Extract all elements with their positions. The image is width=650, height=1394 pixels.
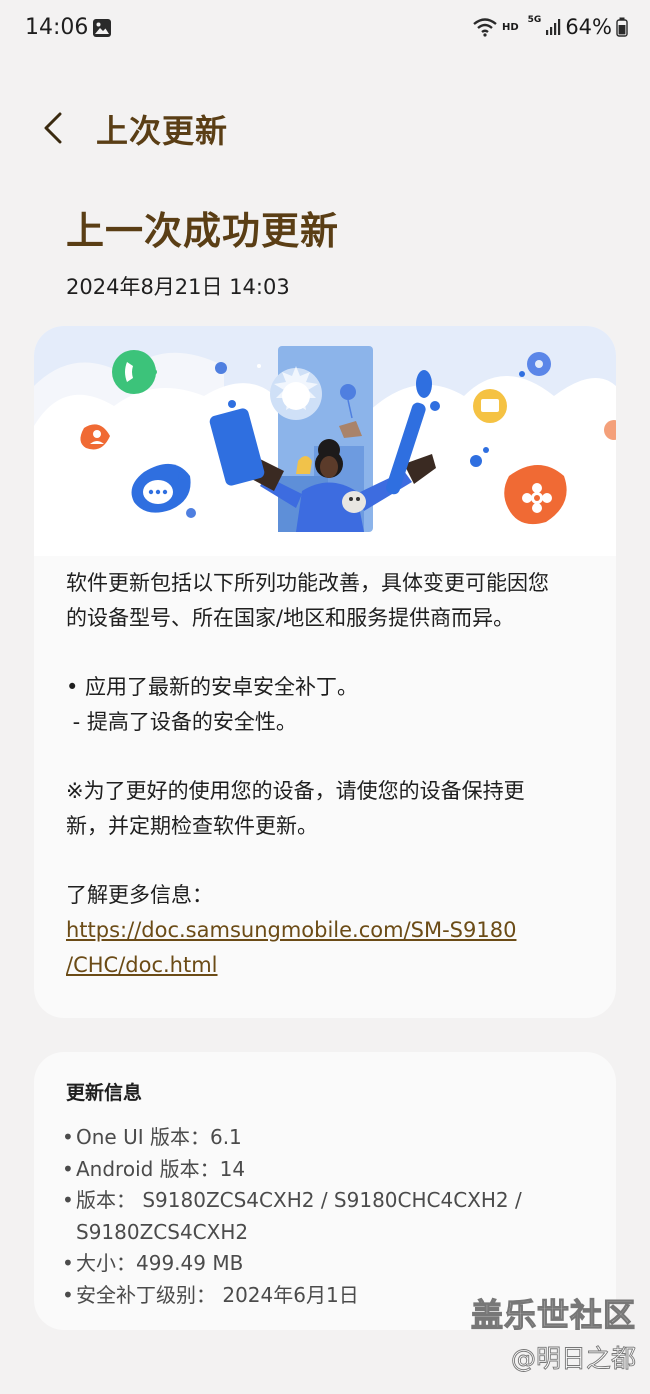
- android-version: Android 版本：14: [76, 1156, 246, 1181]
- intro-line-1: 软件更新包括以下所列功能改善，具体变更可能因您: [66, 571, 549, 595]
- info-title: 更新信息: [66, 1082, 143, 1104]
- note-line-1: ※为了更好的使用您的设备，请使您的设备保持更: [66, 779, 525, 803]
- update-size: 大小：499.49 MB: [76, 1251, 244, 1275]
- info-item: • 大小：499.49 MB: [62, 1248, 602, 1280]
- update-details-card: 软件更新包括以下所列功能改善，具体变更可能因您 的设备型号、所在国家/地区和服务…: [34, 326, 616, 1018]
- status-indicators: HD 5G 64%: [472, 15, 628, 39]
- update-info-card: 更新信息 • One UI 版本：6.1 • Android 版本：14 • 版本： …: [34, 1052, 616, 1330]
- release-notes: 软件更新包括以下所列功能改善，具体变更可能因您 的设备型号、所在国家/地区和服务…: [66, 566, 591, 983]
- settings-gear-icon: [527, 352, 551, 376]
- note-line-2: 新，并定期检查软件更新。: [66, 814, 318, 838]
- page-title: 上次更新: [96, 112, 229, 150]
- change-item: • 应用了最新的安卓安全补丁。: [66, 675, 359, 699]
- one-ui-version: One UI 版本：6.1: [76, 1125, 242, 1149]
- hero-title: 上一次成功更新: [66, 209, 340, 253]
- bullet: •: [62, 1282, 74, 1307]
- change-subitem: - 提高了设备的安全性。: [66, 710, 297, 734]
- build-version-continued: S9180ZCS4CXH2: [76, 1219, 249, 1244]
- bullet: •: [62, 1125, 74, 1149]
- info-item: • Android 版本：14: [62, 1154, 602, 1186]
- battery-icon: [616, 17, 628, 37]
- folder-app-icon: [473, 389, 507, 423]
- bullet: •: [62, 1251, 74, 1275]
- hd-indicator: HD: [501, 21, 519, 33]
- security-patch-level: 安全补丁级别： 2024年6月1日: [76, 1282, 359, 1307]
- info-list: • One UI 版本：6.1 • Android 版本：14 • 版本： S9180…: [62, 1122, 602, 1311]
- battery-percent: 64%: [565, 15, 612, 39]
- signal-icon: [546, 19, 561, 35]
- info-item: • One UI 版本：6.1: [62, 1122, 602, 1154]
- more-info-label: 了解更多信息：: [66, 883, 213, 907]
- build-version: 版本： S9180ZCS4CXH2 / S9180CHC4CXH2 /: [76, 1188, 522, 1212]
- info-item: • 版本： S9180ZCS4CXH2 / S9180CHC4CXH2 /: [62, 1185, 602, 1217]
- bullet: •: [62, 1156, 74, 1181]
- back-arrow-icon[interactable]: [36, 108, 72, 148]
- update-illustration: [34, 326, 616, 556]
- network-type: 5G: [527, 15, 542, 25]
- status-bar: 14:06 HD 5G 64%: [0, 0, 650, 58]
- app-header: 上次更新: [0, 100, 650, 160]
- doc-link[interactable]: https://doc.samsungmobile.com/SM-S9180: [66, 918, 516, 942]
- doc-link-continued[interactable]: /CHC/doc.html: [66, 953, 218, 977]
- watermark-community: 盖乐世社区: [470, 1295, 636, 1334]
- update-date: 2024年8月21日 14:03: [66, 275, 290, 299]
- watermark-author: @明日之都: [510, 1344, 637, 1374]
- image-notification-icon: [93, 19, 111, 37]
- wifi-icon: [473, 18, 497, 37]
- info-item: S9180ZCS4CXH2: [62, 1217, 602, 1249]
- intro-line-2: 的设备型号、所在国家/地区和服务提供商而异。: [66, 606, 515, 630]
- status-time: 14:06: [25, 15, 89, 40]
- bullet: •: [62, 1188, 74, 1212]
